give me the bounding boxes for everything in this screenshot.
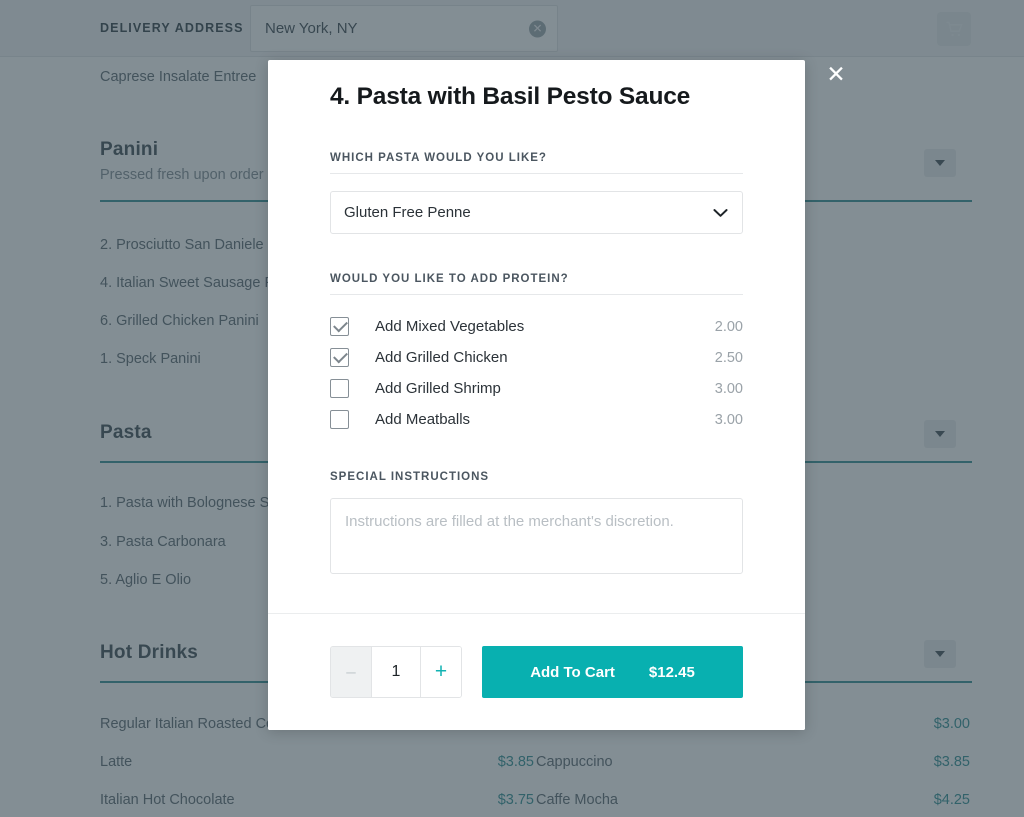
add-to-cart-total: $12.45 xyxy=(649,664,695,681)
protein-option-label: Add Grilled Shrimp xyxy=(375,380,715,397)
pasta-select-value: Gluten Free Penne xyxy=(331,204,713,221)
protein-option-label: Add Grilled Chicken xyxy=(375,349,715,366)
chevron-down-icon xyxy=(713,208,742,218)
protein-option-price: 2.00 xyxy=(715,319,743,335)
close-icon[interactable]: ✕ xyxy=(824,63,848,87)
quantity-value[interactable]: 1 xyxy=(372,647,421,697)
protein-option-row[interactable]: Add Grilled Shrimp3.00 xyxy=(330,373,743,404)
protein-option-price: 3.00 xyxy=(715,381,743,397)
add-to-cart-button[interactable]: Add To Cart $12.45 xyxy=(482,646,743,698)
protein-option-label: Add Meatballs xyxy=(375,411,715,428)
pasta-group-label: WHICH PASTA WOULD YOU LIKE? xyxy=(330,152,547,164)
checkbox-checked-icon[interactable] xyxy=(330,317,349,336)
pasta-select[interactable]: Gluten Free Penne xyxy=(330,191,743,234)
special-instructions-input[interactable] xyxy=(330,498,743,574)
add-to-cart-label: Add To Cart xyxy=(530,664,615,681)
protein-option-price: 3.00 xyxy=(715,412,743,428)
protein-option-price: 2.50 xyxy=(715,350,743,366)
modal-body: 4. Pasta with Basil Pesto Sauce WHICH PA… xyxy=(268,60,805,613)
pasta-group-divider xyxy=(330,173,743,174)
quantity-decrement-button[interactable]: – xyxy=(331,647,372,697)
special-instructions-label: SPECIAL INSTRUCTIONS xyxy=(330,471,489,483)
protein-option-row[interactable]: Add Mixed Vegetables2.00 xyxy=(330,311,743,342)
modal-title: 4. Pasta with Basil Pesto Sauce xyxy=(330,83,690,111)
protein-option-row[interactable]: Add Grilled Chicken2.50 xyxy=(330,342,743,373)
checkbox-checked-icon[interactable] xyxy=(330,348,349,367)
checkbox-icon[interactable] xyxy=(330,410,349,429)
protein-option-label: Add Mixed Vegetables xyxy=(375,318,715,335)
protein-group-label: WOULD YOU LIKE TO ADD PROTEIN? xyxy=(330,273,569,285)
protein-group-divider xyxy=(330,294,743,295)
quantity-increment-button[interactable]: + xyxy=(421,647,461,697)
item-options-modal: 4. Pasta with Basil Pesto Sauce WHICH PA… xyxy=(268,60,805,730)
quantity-stepper: – 1 + xyxy=(330,646,462,698)
modal-footer: – 1 + Add To Cart $12.45 xyxy=(268,613,805,730)
checkbox-icon[interactable] xyxy=(330,379,349,398)
protein-option-row[interactable]: Add Meatballs3.00 xyxy=(330,404,743,435)
